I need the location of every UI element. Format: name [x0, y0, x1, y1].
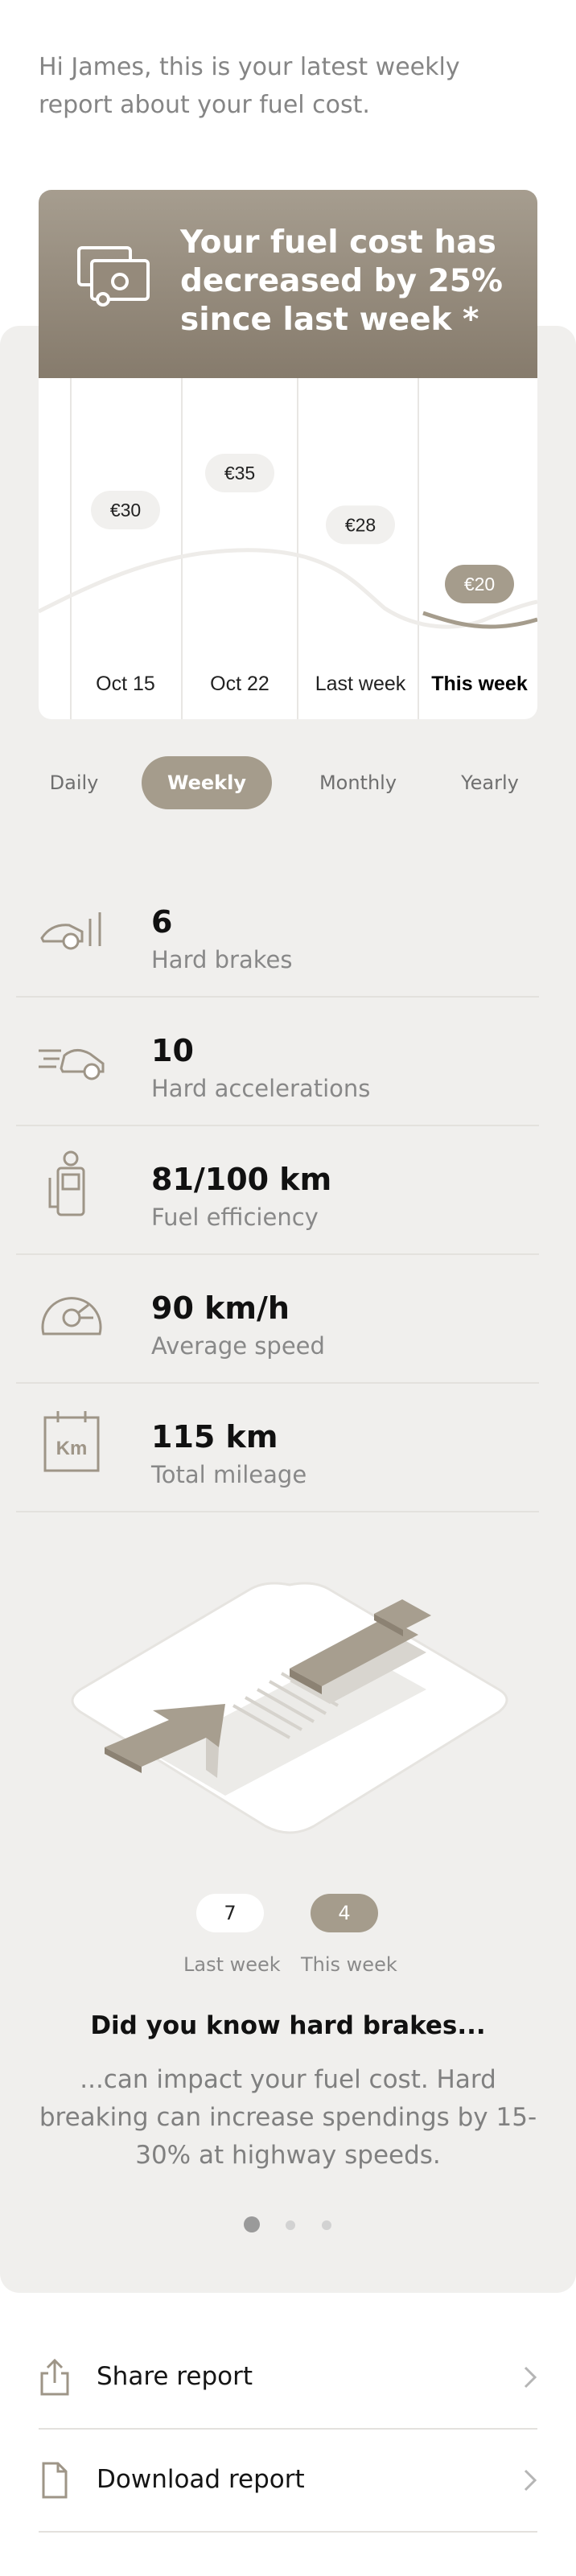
share-report-label: Share report	[97, 2362, 253, 2391]
chevron-right-icon	[523, 2365, 537, 2393]
hard-accelerations-icon	[37, 1022, 106, 1091]
download-report-button[interactable]: Download report	[39, 2430, 537, 2533]
data-label: €28	[345, 514, 376, 535]
x-tick-label: This week	[431, 673, 528, 695]
share-icon	[39, 2358, 71, 2399]
stat-row-hard-accelerations: 10 Hard accelerations	[16, 998, 539, 1126]
tab-weekly[interactable]: Weekly	[142, 756, 272, 809]
fuel-cost-banner: Your fuel cost has decreased by 25% sinc…	[39, 190, 537, 378]
stat-label: Fuel efficiency	[151, 1204, 319, 1231]
fuel-cost-icon	[77, 246, 151, 311]
tip-title: Did you know hard brakes...	[90, 2011, 486, 2040]
stat-value: 6	[151, 904, 173, 940]
carousel-dot[interactable]	[286, 2220, 295, 2230]
stat-label: Hard brakes	[151, 946, 293, 973]
stat-row-average-speed: 90 km/h Average speed	[16, 1255, 539, 1384]
x-tick-label: Oct 22	[210, 673, 269, 695]
x-tick-label: Last week	[315, 673, 406, 695]
mileage-calendar-icon: Km	[37, 1408, 106, 1477]
share-report-button[interactable]: Share report	[39, 2327, 537, 2430]
stat-row-hard-brakes: 6 Hard brakes	[16, 869, 539, 998]
data-label: €20	[464, 574, 495, 595]
tab-monthly[interactable]: Monthly	[290, 756, 426, 809]
svg-text:Km: Km	[56, 1438, 88, 1459]
this-week-label: This week	[301, 1953, 397, 1976]
stat-value: 90 km/h	[151, 1290, 290, 1326]
stat-row-total-mileage: Km 115 km Total mileage	[16, 1384, 539, 1512]
carousel-dot-active[interactable]	[244, 2216, 260, 2232]
download-report-label: Download report	[97, 2465, 305, 2494]
greeting-text: Hi James, this is your latest weekly rep…	[39, 53, 460, 119]
chevron-right-icon	[523, 2468, 537, 2496]
stat-value: 81/100 km	[151, 1162, 332, 1197]
stat-row-fuel-efficiency: 81/100 km Fuel efficiency	[16, 1126, 539, 1255]
hard-brake-illustration	[48, 1569, 531, 1854]
stat-label: Total mileage	[151, 1461, 307, 1488]
data-label: €30	[110, 500, 141, 521]
last-week-label: Last week	[183, 1953, 281, 1976]
tab-yearly[interactable]: Yearly	[436, 756, 544, 809]
data-label: €35	[224, 463, 255, 484]
fuel-pump-icon	[37, 1150, 106, 1220]
hard-brakes-icon	[37, 893, 106, 962]
period-selector: Daily Weekly Monthly Yearly	[23, 756, 553, 809]
document-icon	[39, 2462, 71, 2502]
speedometer-icon	[37, 1279, 106, 1348]
stat-value: 115 km	[151, 1419, 278, 1455]
x-tick-label: Oct 15	[96, 673, 155, 695]
fuel-cost-headline: Your fuel cost has decreased by 25% sinc…	[180, 224, 503, 338]
stat-label: Average speed	[151, 1332, 325, 1360]
carousel-dot[interactable]	[322, 2220, 331, 2230]
tip-body: ...can impact your fuel cost. Hard break…	[39, 2065, 537, 2170]
last-week-count: 7	[196, 1894, 264, 1932]
stat-label: Hard accelerations	[151, 1075, 371, 1102]
this-week-count: 4	[311, 1894, 378, 1932]
tab-daily[interactable]: Daily	[23, 756, 125, 809]
weekly-cost-chart: 8Oct 15€30Oct 22€35Last week€28This week…	[39, 378, 537, 719]
stat-value: 10	[151, 1033, 194, 1068]
